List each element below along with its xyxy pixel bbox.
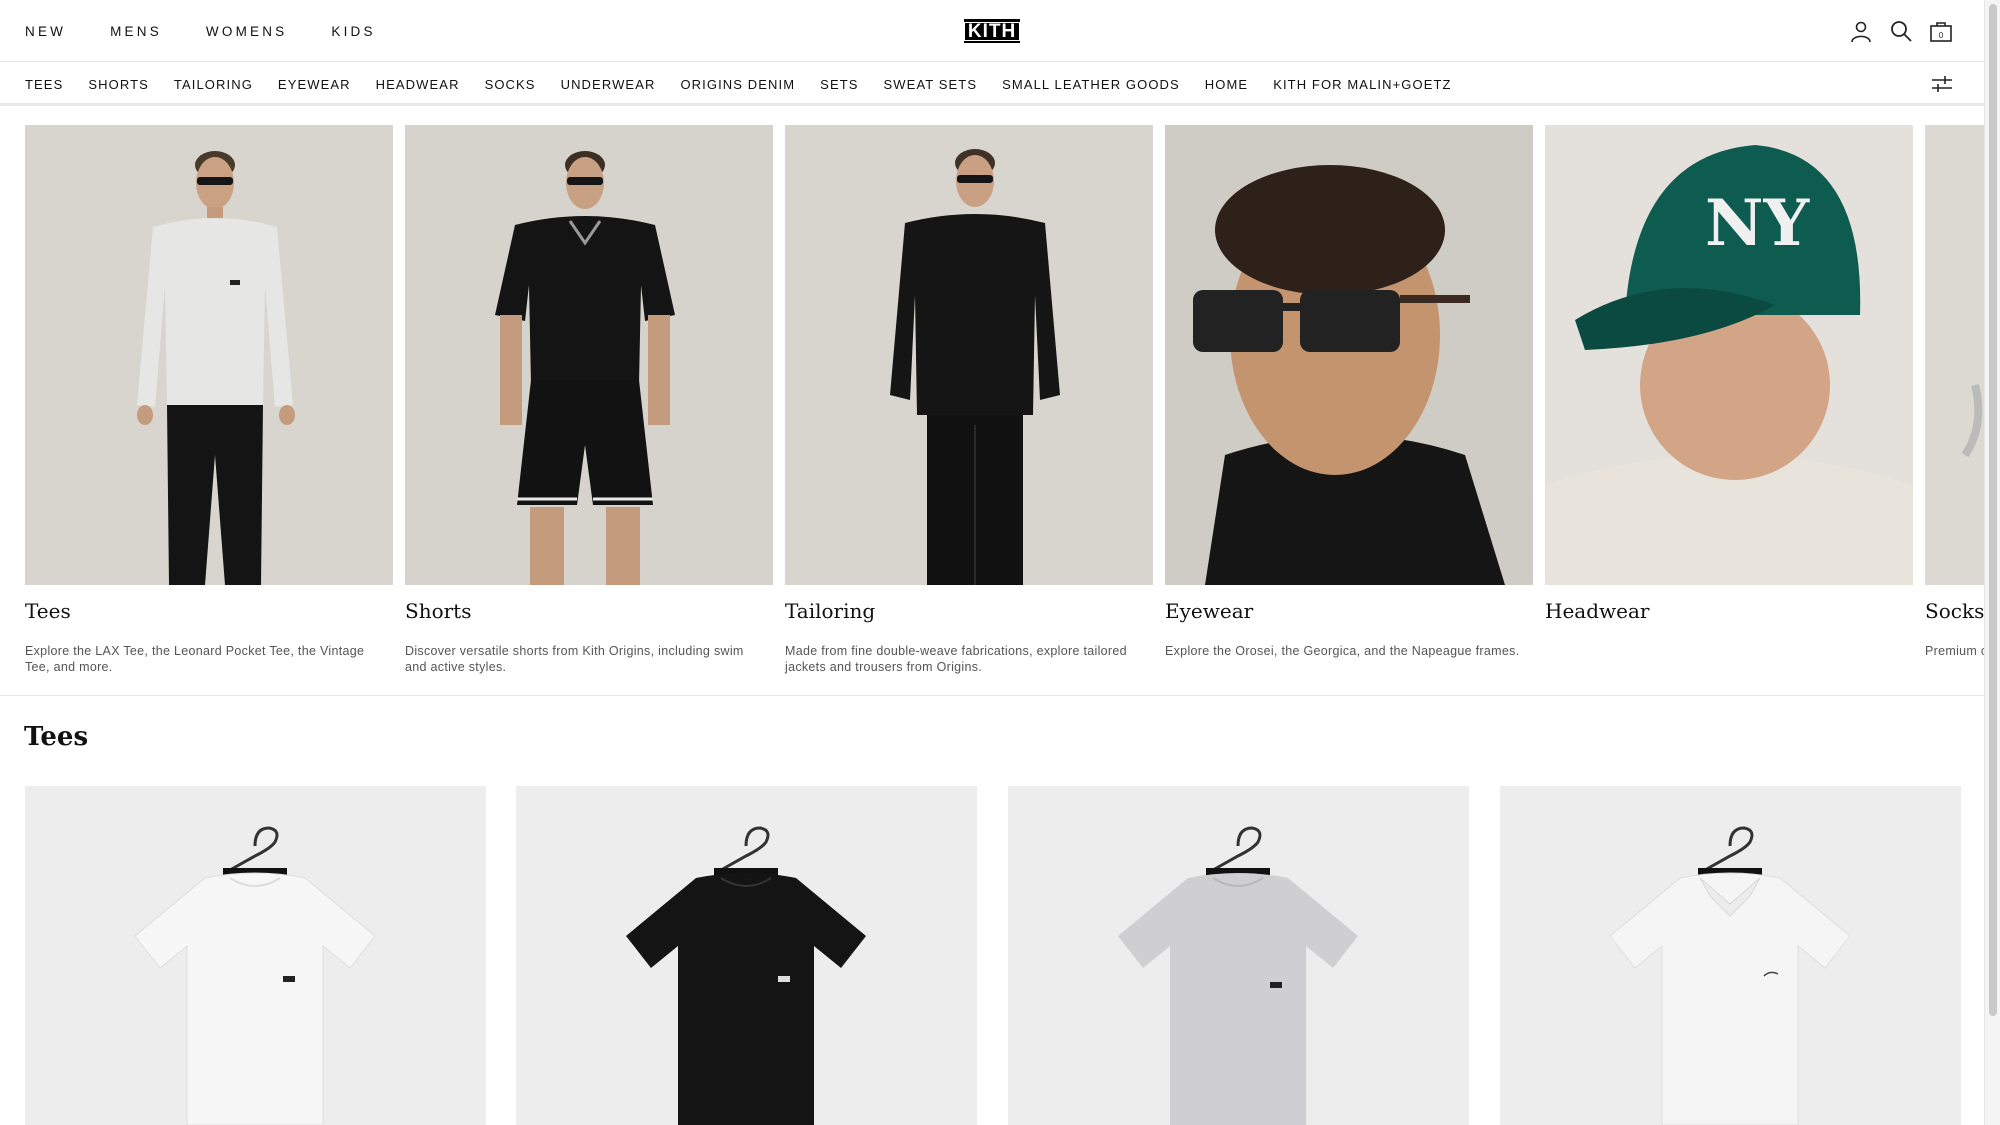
category-subnav: TEES SHORTS TAILORING EYEWEAR HEADWEAR S… [0, 62, 1984, 106]
filter-sliders-icon[interactable] [1930, 72, 1954, 96]
subnav-eyewear[interactable]: EYEWEAR [278, 77, 351, 92]
category-image-headwear[interactable]: NY [1545, 125, 1913, 585]
subnav-tailoring[interactable]: TAILORING [174, 77, 253, 92]
top-header: NEW MENS WOMENS KIDS KITH 0 [0, 0, 1984, 62]
main-nav: NEW MENS WOMENS KIDS [25, 0, 420, 62]
product-card[interactable] [1500, 786, 1961, 1125]
category-card-headwear[interactable]: NY Headwear [1545, 125, 1913, 623]
category-description: Explore the Orosei, the Georgica, and th… [1165, 644, 1520, 658]
category-card-socks[interactable]: Socks Premium c... Stance. [1925, 125, 1984, 659]
header-icons: 0 [1848, 18, 1954, 44]
account-icon[interactable] [1848, 18, 1874, 44]
subnav-tees[interactable]: TEES [25, 77, 63, 92]
nav-new[interactable]: NEW [25, 24, 66, 39]
section-title: Tees [24, 722, 89, 752]
product-image-black-tee[interactable] [516, 786, 977, 1125]
subnav-kith-for-malin-goetz[interactable]: KITH FOR MALIN+GOETZ [1273, 77, 1451, 92]
subnav-home[interactable]: HOME [1205, 77, 1248, 92]
category-image-tailoring[interactable] [785, 125, 1153, 585]
category-name[interactable]: Tees [25, 599, 393, 623]
bag-icon[interactable]: 0 [1928, 18, 1954, 44]
category-carousel[interactable]: Tees Explore the LAX Tee, the Leonard Po… [0, 108, 1984, 696]
product-card[interactable] [25, 786, 486, 1125]
page-scrollbar-thumb[interactable] [1989, 4, 1997, 1016]
category-image-shorts[interactable] [405, 125, 773, 585]
category-name[interactable]: Eyewear [1165, 599, 1533, 623]
product-card[interactable] [1008, 786, 1469, 1125]
category-name[interactable]: Headwear [1545, 599, 1913, 623]
category-card-tees[interactable]: Tees Explore the LAX Tee, the Leonard Po… [25, 125, 393, 675]
nav-kids[interactable]: KIDS [331, 24, 375, 39]
category-image-tees[interactable] [25, 125, 393, 585]
category-description: Discover versatile shorts from Kith Orig… [405, 644, 744, 674]
subnav-underwear[interactable]: UNDERWEAR [561, 77, 656, 92]
category-card-shorts[interactable]: Shorts Discover versatile shorts from Ki… [405, 125, 773, 675]
search-icon[interactable] [1888, 18, 1914, 44]
category-image-socks[interactable] [1925, 125, 1984, 585]
product-image-white-polo[interactable] [1500, 786, 1961, 1125]
category-card-eyewear[interactable]: Eyewear Explore the Orosei, the Georgica… [1165, 125, 1533, 659]
subnav-sets[interactable]: SETS [820, 77, 858, 92]
subnav-socks[interactable]: SOCKS [485, 77, 536, 92]
bag-count: 0 [1939, 31, 1944, 40]
product-image-grey-tee[interactable] [1008, 786, 1469, 1125]
nav-mens[interactable]: MENS [110, 24, 162, 39]
nav-womens[interactable]: WOMENS [206, 24, 287, 39]
category-name[interactable]: Shorts [405, 599, 773, 623]
category-description: Made from fine double-weave fabrications… [785, 644, 1127, 674]
subnav-headwear[interactable]: HEADWEAR [376, 77, 460, 92]
category-card-tailoring[interactable]: Tailoring Made from fine double-weave fa… [785, 125, 1153, 675]
category-image-eyewear[interactable] [1165, 125, 1533, 585]
category-description: Premium c... Stance. [1925, 644, 1984, 658]
subnav-shorts[interactable]: SHORTS [88, 77, 149, 92]
subnav-small-leather-goods[interactable]: SMALL LEATHER GOODS [1002, 77, 1180, 92]
kith-logo[interactable]: KITH [963, 19, 1021, 43]
category-name[interactable]: Socks [1925, 599, 1984, 623]
product-card[interactable] [516, 786, 977, 1125]
category-description: Explore the LAX Tee, the Leonard Pocket … [25, 644, 365, 674]
category-name[interactable]: Tailoring [785, 599, 1153, 623]
product-image-white-tee[interactable] [25, 786, 486, 1125]
page-scrollbar[interactable] [1984, 0, 2000, 1125]
subnav-items: TEES SHORTS TAILORING EYEWEAR HEADWEAR S… [25, 62, 1477, 106]
subnav-sweat-sets[interactable]: SWEAT SETS [884, 77, 978, 92]
svg-text:NY: NY [1705, 186, 1811, 261]
subnav-origins-denim[interactable]: ORIGINS DENIM [680, 77, 795, 92]
logo-text: KITH [963, 21, 1021, 41]
